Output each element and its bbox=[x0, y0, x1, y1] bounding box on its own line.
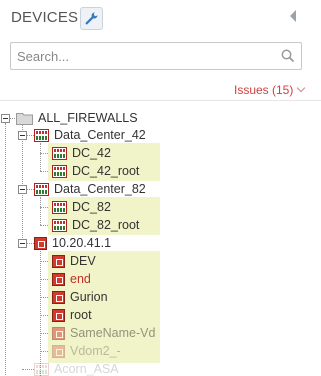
settings-button[interactable] bbox=[80, 7, 103, 30]
vdom-icon bbox=[52, 290, 65, 304]
chevron-down-icon bbox=[297, 83, 306, 93]
firewall-device-icon bbox=[34, 128, 49, 142]
tree-node-label: DC_42 bbox=[72, 146, 111, 160]
panel-header: DEVICES bbox=[0, 0, 321, 36]
tree-node-device[interactable]: DC_82_root bbox=[52, 216, 139, 234]
tree-node-group[interactable]: 10.20.41.1 bbox=[34, 234, 111, 252]
tree-node-device[interactable]: DC_42_root bbox=[52, 162, 139, 180]
panel-title: DEVICES bbox=[11, 9, 79, 26]
firewall-device-icon bbox=[34, 362, 49, 376]
tree-node-label: Gurion bbox=[70, 290, 108, 304]
tree-node-label: end bbox=[70, 272, 91, 286]
tree-node-group[interactable]: Acorn_ASA bbox=[34, 360, 119, 376]
issues-dropdown[interactable]: Issues (15) bbox=[234, 83, 306, 97]
tree-node-label: ALL_FIREWALLS bbox=[38, 111, 138, 125]
tree-node-label: DC_82 bbox=[72, 200, 111, 214]
tree-node-vdom[interactable]: SameName-Vd bbox=[52, 324, 155, 342]
tree-node-label: Data_Center_82 bbox=[54, 182, 146, 196]
firewall-device-icon bbox=[34, 182, 49, 196]
vdom-icon bbox=[52, 308, 65, 322]
tree-node-label: SameName-Vd bbox=[70, 326, 156, 340]
collapse-toggle-group[interactable] bbox=[18, 185, 27, 194]
tree-node-label: DC_42_root bbox=[72, 164, 140, 178]
tree-node-label: DEV bbox=[70, 254, 96, 268]
issues-label: Issues (15) bbox=[234, 83, 294, 97]
collapse-toggle-root[interactable] bbox=[1, 114, 10, 123]
firewall-device-icon bbox=[52, 200, 67, 214]
firewall-device-icon bbox=[52, 146, 67, 160]
device-tree: ALL_FIREWALLS Data_Center_42 DC_42 DC_42… bbox=[0, 101, 321, 376]
tree-node-vdom[interactable]: Gurion bbox=[52, 288, 108, 306]
tree-node-label: root bbox=[70, 308, 92, 322]
search-box bbox=[10, 42, 302, 70]
tree-node-root[interactable]: ALL_FIREWALLS bbox=[16, 109, 138, 127]
tree-node-vdom[interactable]: end bbox=[52, 270, 91, 288]
tree-node-label: Vdom2_- bbox=[70, 344, 121, 358]
tree-node-label: 10.20.41.1 bbox=[52, 236, 112, 250]
search-input[interactable] bbox=[11, 43, 271, 69]
fortigate-device-icon bbox=[34, 236, 47, 250]
firewall-device-icon bbox=[52, 218, 67, 232]
vdom-icon bbox=[52, 254, 65, 268]
tree-node-label: DC_82_root bbox=[72, 218, 140, 232]
vdom-icon bbox=[52, 272, 65, 286]
tree-node-vdom[interactable]: Vdom2_- bbox=[52, 342, 121, 360]
wrench-icon bbox=[85, 12, 98, 25]
tree-node-vdom[interactable]: DEV bbox=[52, 252, 96, 270]
tree-node-label: Acorn_ASA bbox=[54, 362, 119, 376]
tree-node-vdom[interactable]: root bbox=[52, 306, 92, 324]
firewall-device-icon bbox=[52, 164, 67, 178]
tree-node-group[interactable]: Data_Center_42 bbox=[34, 126, 146, 144]
chevron-left-icon[interactable] bbox=[290, 10, 296, 22]
tree-node-device[interactable]: DC_82 bbox=[52, 198, 111, 216]
tree-node-device[interactable]: DC_42 bbox=[52, 144, 111, 162]
folder-icon bbox=[16, 112, 33, 125]
vdom-icon bbox=[52, 344, 65, 358]
tree-node-group[interactable]: Data_Center_82 bbox=[34, 180, 146, 198]
collapse-toggle-group[interactable] bbox=[18, 239, 27, 248]
vdom-icon bbox=[52, 326, 65, 340]
search-icon[interactable] bbox=[281, 49, 295, 63]
tree-node-label: Data_Center_42 bbox=[54, 128, 146, 142]
collapse-toggle-group[interactable] bbox=[18, 131, 27, 140]
